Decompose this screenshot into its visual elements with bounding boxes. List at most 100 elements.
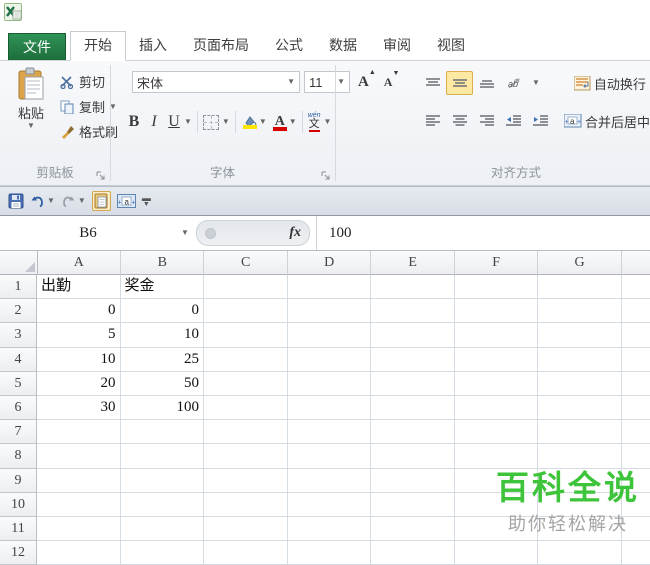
cell-C11[interactable] [204,516,288,542]
cell-H7[interactable] [621,420,650,445]
phonetic-guide-button[interactable]: wén 文 [308,112,321,132]
cell-H9[interactable] [621,469,650,493]
tab-视图[interactable]: 视图 [424,31,478,60]
cell-H5[interactable] [621,372,650,396]
column-header-F[interactable]: F [454,251,539,275]
cell-C10[interactable] [204,492,288,517]
decrease-indent-button[interactable] [500,109,527,133]
undo-dropdown-arrow[interactable]: ▼ [47,197,55,205]
cell-G4[interactable] [538,347,622,372]
cell-A1[interactable]: 出勤 [37,275,121,300]
cell-D6[interactable] [287,395,371,421]
cell-H12[interactable] [621,541,650,565]
cell-E9[interactable] [371,468,455,493]
cell-F2[interactable] [454,299,538,324]
select-all-corner[interactable] [0,251,38,275]
cell-D4[interactable] [287,347,371,372]
fill-color-button[interactable] [241,116,259,129]
align-top-button[interactable] [419,71,446,95]
cell-E3[interactable] [371,323,455,348]
cell-E2[interactable] [371,299,455,324]
cell-G12[interactable] [538,541,622,565]
cell-A3[interactable]: 5 [37,323,121,348]
cell-A7[interactable] [37,420,121,445]
cell-H6[interactable] [621,396,650,421]
cell-A2[interactable]: 0 [37,299,121,324]
align-center-button[interactable] [446,109,473,133]
font-color-dropdown-arrow[interactable]: ▼ [289,118,297,126]
row-header-1[interactable]: 1 [0,275,37,300]
cell-C3[interactable] [204,323,288,348]
cell-C12[interactable] [204,541,288,565]
tab-公式[interactable]: 公式 [262,31,316,60]
cell-G7[interactable] [538,420,622,445]
cell-F11[interactable] [454,516,538,542]
underline-button[interactable]: U [164,113,184,131]
cell-C2[interactable] [204,299,288,324]
cell-D11[interactable] [287,516,371,542]
tab-页面布局[interactable]: 页面布局 [180,31,262,60]
row-header-11[interactable]: 11 [0,516,37,542]
row-header-10[interactable]: 10 [0,492,37,517]
cell-B4[interactable]: 25 [120,347,204,372]
cell-F3[interactable] [454,323,538,348]
cell-E5[interactable] [371,371,455,396]
cell-G1[interactable] [538,275,622,300]
customize-qat-button[interactable]: ▬ ▼ [142,194,151,209]
cell-B5[interactable]: 50 [120,371,204,396]
row-header-6[interactable]: 6 [0,395,37,421]
cell-G11[interactable] [538,516,622,542]
underline-dropdown-arrow[interactable]: ▼ [184,118,192,126]
cell-F7[interactable] [454,420,538,445]
font-color-button[interactable]: A [271,114,289,131]
cut-button[interactable]: 剪切 [58,69,118,94]
cell-A5[interactable]: 20 [37,371,121,396]
redo-button[interactable]: ▼ [61,195,86,208]
cell-A8[interactable] [37,444,121,469]
tab-数据[interactable]: 数据 [316,31,370,60]
cell-D1[interactable] [287,275,371,300]
row-header-9[interactable]: 9 [0,468,37,493]
cell-A10[interactable] [37,492,121,517]
cell-C4[interactable] [204,347,288,372]
cell-F9[interactable] [454,468,538,493]
row-header-12[interactable]: 12 [0,541,37,565]
cell-B12[interactable] [120,541,204,565]
cell-G5[interactable] [538,371,622,396]
cell-H1[interactable] [621,275,650,300]
redo-dropdown-arrow[interactable]: ▼ [78,197,86,205]
cell-C5[interactable] [204,371,288,396]
cell-D2[interactable] [287,299,371,324]
cell-A4[interactable]: 10 [37,347,121,372]
cell-D5[interactable] [287,371,371,396]
row-header-5[interactable]: 5 [0,371,37,396]
cell-E4[interactable] [371,347,455,372]
tab-file[interactable]: 文件 [8,33,66,60]
cell-C1[interactable] [204,275,288,300]
tab-审阅[interactable]: 审阅 [370,31,424,60]
tab-开始[interactable]: 开始 [70,31,126,61]
cell-E1[interactable] [371,275,455,300]
cell-H2[interactable] [621,299,650,324]
undo-button[interactable]: ▼ [30,195,55,208]
cell-F8[interactable] [454,444,538,469]
cell-E12[interactable] [371,541,455,565]
paste-dropdown-arrow[interactable]: ▼ [7,122,55,130]
font-dialog-launcher-icon[interactable] [321,171,330,180]
cell-A9[interactable] [37,468,121,493]
column-header-G[interactable]: G [538,251,622,275]
row-header-2[interactable]: 2 [0,299,37,324]
cell-F10[interactable] [454,492,538,517]
copy-button[interactable]: 复制 ▼ [58,94,118,119]
merge-center-button[interactable]: a + + 合并后居中 [564,112,650,131]
cell-D8[interactable] [287,444,371,469]
italic-button[interactable]: I [144,113,164,131]
align-bottom-button[interactable] [473,71,500,95]
format-painter-button[interactable]: 格式刷 [58,119,118,144]
cell-C8[interactable] [204,444,288,469]
cell-B8[interactable] [120,444,204,469]
cell-B9[interactable] [120,468,204,493]
cell-G9[interactable] [538,468,622,493]
cell-A11[interactable] [37,516,121,542]
increase-indent-button[interactable] [527,109,554,133]
